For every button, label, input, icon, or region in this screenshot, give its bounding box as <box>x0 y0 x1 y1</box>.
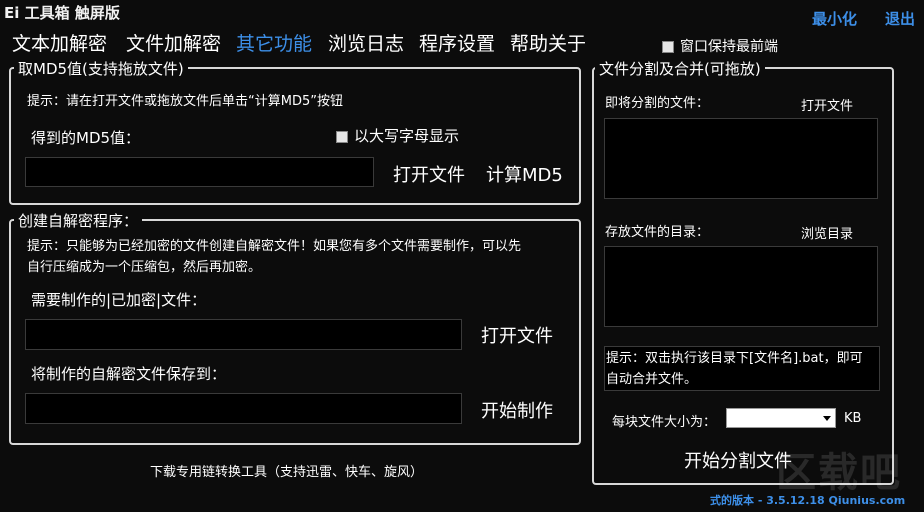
app-title: Ei 工具箱 触屏版 <box>4 4 120 22</box>
selfdec-group-title: 创建自解密程序： <box>14 210 143 231</box>
tab-browse-log[interactable]: 浏览日志 <box>328 29 404 56</box>
md5-result-field[interactable] <box>25 157 374 187</box>
tab-help-about[interactable]: 帮助关于 <box>510 29 586 56</box>
selfdec-source-field[interactable] <box>25 319 462 350</box>
md5-group-title: 取MD5值(支持拖放文件) <box>14 58 188 79</box>
split-size-select[interactable] <box>726 408 836 428</box>
selfdec-save-field[interactable] <box>25 393 462 424</box>
split-file-box[interactable] <box>604 118 878 199</box>
browse-dir-button[interactable]: 浏览目录 <box>801 223 853 242</box>
split-dir-label: 存放文件的目录： <box>605 225 710 240</box>
split-note-line1: 提示：双击执行该目录下[文件名].bat，即可 <box>606 351 863 366</box>
start-make-button[interactable]: 开始制作 <box>481 397 553 423</box>
compute-md5-button[interactable]: 计算MD5 <box>486 161 563 187</box>
split-size-unit: KB <box>844 411 862 426</box>
split-group-title: 文件分割及合并(可拖放) <box>595 58 765 79</box>
md5-hint: 提示：请在打开文件或拖放文件后单击“计算MD5”按钮 <box>27 94 343 109</box>
minimize-button[interactable]: 最小化 <box>812 8 857 29</box>
split-size-label: 每块文件大小为： <box>612 415 717 430</box>
tab-file-crypto[interactable]: 文件加解密 <box>126 29 221 56</box>
tab-program-settings[interactable]: 程序设置 <box>419 29 495 56</box>
always-on-top-checkbox[interactable]: 窗口保持最前端 <box>662 36 778 56</box>
selfdec-hint-line1: 提示：只能够为已经加密的文件创建自解密文件！如果您有多个文件需要制作，可以先 <box>27 239 522 254</box>
md5-result-label: 得到的MD5值： <box>31 129 141 147</box>
selfdec-save-label: 将制作的自解密文件保存到： <box>31 365 227 383</box>
always-on-top-check-icon <box>662 41 674 53</box>
split-dir-box[interactable] <box>604 246 878 327</box>
version-text: 式的版本 - 3.5.12.18 Qiunius.com <box>710 494 906 507</box>
split-file-label: 即将分割的文件： <box>605 96 710 111</box>
uppercase-checkbox[interactable]: 以大写字母显示 <box>336 125 459 146</box>
dropdown-arrow-icon <box>823 416 831 421</box>
watermark-logo: 区载吧 <box>776 450 902 496</box>
selfdec-source-label: 需要制作的|已加密|文件： <box>31 291 207 309</box>
split-open-file-button[interactable]: 打开文件 <box>801 95 853 114</box>
selfdec-hint-line2: 自行压缩成为一个压缩包，然后再加密。 <box>27 260 262 275</box>
tab-other-functions[interactable]: 其它功能 <box>236 29 312 56</box>
split-note-line2: 自动合并文件。 <box>606 372 698 387</box>
uppercase-check-icon <box>336 130 348 143</box>
selfdec-open-file-button[interactable]: 打开文件 <box>481 322 553 348</box>
uppercase-label: 以大写字母显示 <box>354 127 460 145</box>
tab-text-crypto[interactable]: 文本加解密 <box>12 29 107 56</box>
download-tool-link[interactable]: 下载专用链转换工具（支持迅雷、快车、旋风） <box>150 461 423 480</box>
md5-open-file-button[interactable]: 打开文件 <box>393 161 465 187</box>
always-on-top-label: 窗口保持最前端 <box>680 39 778 55</box>
exit-button[interactable]: 退出 <box>885 8 915 29</box>
